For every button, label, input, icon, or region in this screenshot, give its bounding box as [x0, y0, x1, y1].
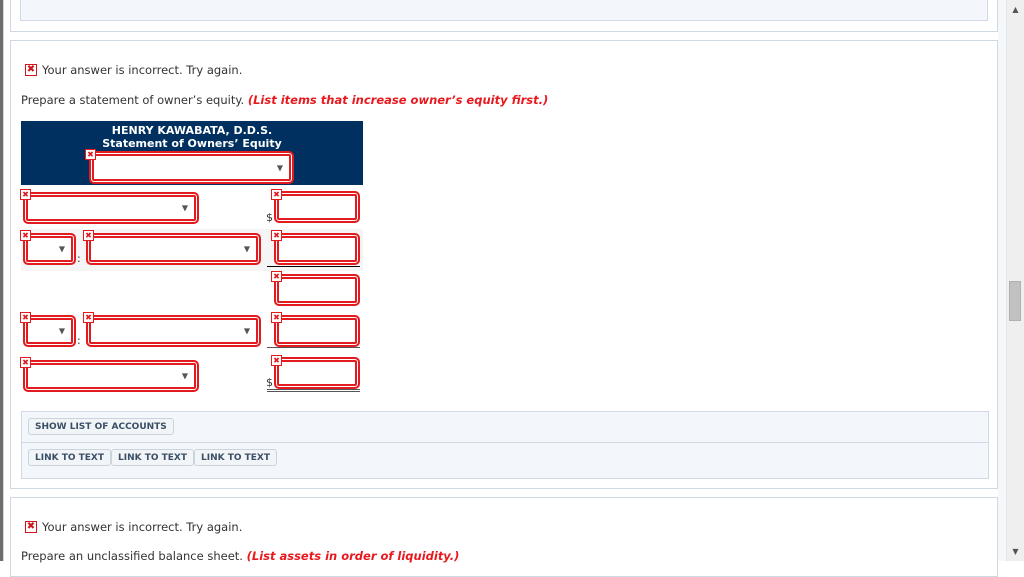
separator-colon: : — [77, 334, 81, 347]
divider — [22, 442, 988, 443]
subtotal-underline — [267, 347, 360, 348]
separator-colon: : — [77, 252, 81, 265]
amount-input-row3[interactable] — [274, 274, 360, 306]
question-panel-2 — [10, 497, 998, 577]
incorrect-icon: ✖ — [271, 355, 282, 366]
company-name: HENRY KAWABATA, D.D.S. — [111, 124, 273, 137]
scroll-down-icon[interactable]: ▼ — [1007, 543, 1024, 560]
window-left-border-inner — [3, 0, 4, 561]
prompt-hint: (List items that increase owner’s equity… — [247, 93, 549, 107]
subtotal-underline — [267, 266, 360, 267]
incorrect-icon: ✖ — [20, 230, 31, 241]
incorrect-feedback-2: ✖ Your answer is incorrect. Try again. — [25, 520, 242, 534]
incorrect-icon: ✖ — [271, 230, 282, 241]
feedback-text: Your answer is incorrect. Try again. — [42, 520, 243, 534]
chevron-down-icon: ▼ — [181, 371, 188, 381]
statement-title: Statement of Owners’ Equity — [102, 137, 282, 150]
account-select-row1[interactable]: ▼ — [23, 192, 199, 224]
incorrect-icon: ✖ — [20, 357, 31, 368]
link-to-text-button[interactable]: LINK TO TEXT — [28, 449, 112, 466]
amount-input-row2[interactable] — [274, 233, 360, 265]
chevron-down-icon: ▼ — [58, 244, 65, 254]
incorrect-icon: ✖ — [85, 149, 96, 160]
scroll-up-icon[interactable]: ▲ — [1007, 1, 1024, 18]
incorrect-icon: ✖ — [271, 271, 282, 282]
incorrect-feedback: ✖ Your answer is incorrect. Try again. — [25, 63, 242, 77]
previous-button-area — [20, 0, 988, 21]
chevron-down-icon: ▼ — [276, 163, 283, 172]
dollar-sign: $ — [266, 376, 273, 389]
incorrect-icon: ✖ — [25, 521, 37, 533]
vertical-scrollbar[interactable]: ▲ ▼ — [1006, 0, 1024, 561]
incorrect-icon: ✖ — [271, 189, 282, 200]
link-to-text-button[interactable]: LINK TO TEXT — [194, 449, 278, 466]
incorrect-icon: ✖ — [20, 189, 31, 200]
account-select-row4[interactable]: ▼ — [86, 315, 261, 347]
dollar-sign: $ — [266, 211, 273, 224]
show-list-of-accounts-button[interactable]: SHOW LIST OF ACCOUNTS — [28, 418, 174, 435]
amount-input-row4[interactable] — [274, 315, 360, 347]
feedback-text: Your answer is incorrect. Try again. — [42, 63, 243, 77]
incorrect-icon: ✖ — [271, 312, 282, 323]
amount-input-row1[interactable] — [274, 191, 360, 223]
chevron-down-icon: ▼ — [181, 203, 188, 213]
scrollbar-thumb[interactable] — [1009, 281, 1021, 321]
incorrect-icon: ✖ — [25, 64, 37, 76]
incorrect-icon: ✖ — [83, 312, 94, 323]
total-double-underline — [267, 389, 360, 392]
incorrect-icon: ✖ — [83, 230, 94, 241]
incorrect-icon: ✖ — [20, 312, 31, 323]
link-to-text-button[interactable]: LINK TO TEXT — [111, 449, 195, 466]
period-select[interactable]: ▼ — [89, 151, 294, 184]
account-select-row5[interactable]: ▼ — [23, 360, 199, 392]
question-prompt: Prepare a statement of owner’s equity. (… — [21, 93, 548, 107]
chevron-down-icon: ▼ — [243, 244, 250, 254]
chevron-down-icon: ▼ — [58, 326, 65, 336]
page-gutter — [998, 0, 1006, 561]
account-select-row2[interactable]: ▼ — [86, 233, 261, 265]
prompt-text: Prepare a statement of owner’s equity. — [21, 93, 245, 107]
chevron-down-icon: ▼ — [243, 326, 250, 336]
amount-input-row5[interactable] — [274, 357, 360, 389]
resource-buttons-area: SHOW LIST OF ACCOUNTS LINK TO TEXT LINK … — [21, 411, 989, 479]
